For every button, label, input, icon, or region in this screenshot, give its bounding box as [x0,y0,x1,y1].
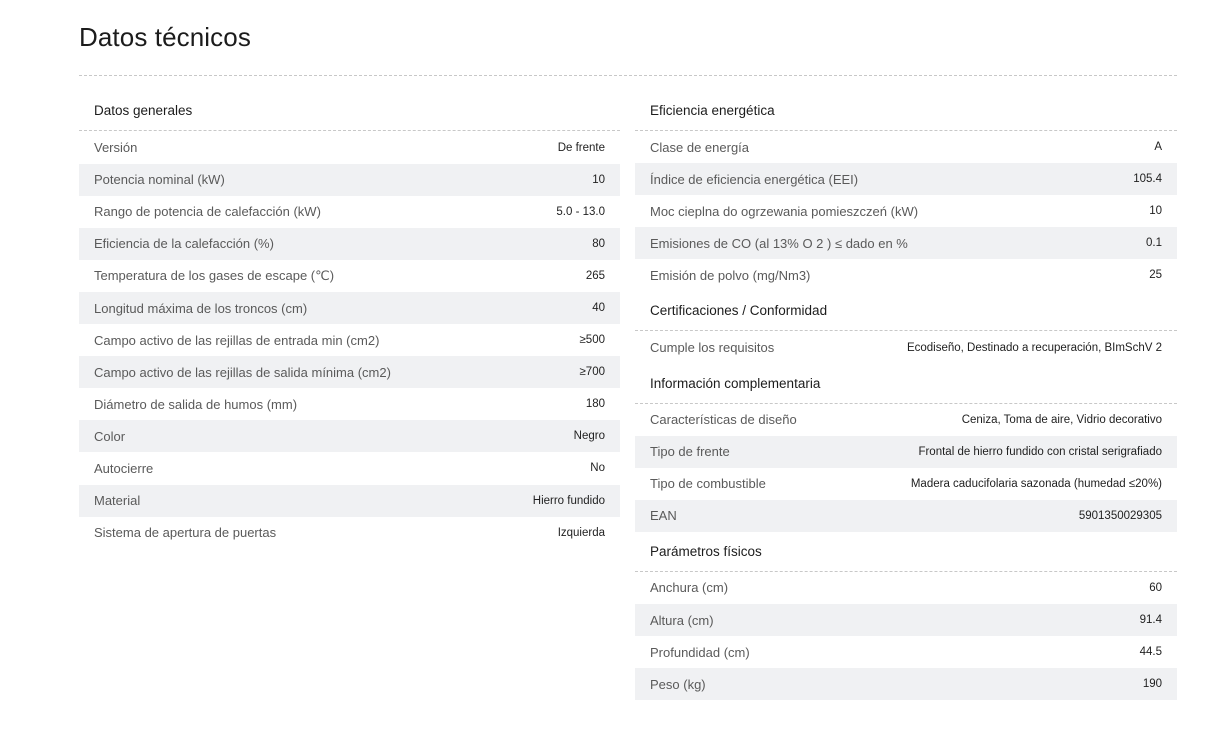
spec-value: 80 [592,237,605,250]
spec-value: Negro [573,430,605,443]
spec-value: 60 [1149,581,1162,594]
spec-label: Eficiencia de la calefacción (%) [94,236,274,252]
spec-value: 190 [1142,678,1162,691]
spec-value: ≥700 [579,366,606,379]
spec-value: 25 [1149,269,1162,282]
spec-value: Ceniza, Toma de aire, Vidrio decorativo [961,413,1162,426]
spec-label: Clase de energía [650,139,750,155]
spec-label: Cumple los requisitos [650,340,775,356]
spec-label: EAN [650,508,677,524]
spec-row: Autocierre No [79,452,620,484]
spec-row: Material Hierro fundido [79,484,620,517]
spec-value: Hierro fundido [532,494,605,507]
left-column: Datos generales Versión De frente Potencia … [79,91,620,549]
spec-row: EAN 5901350029305 [635,499,1177,532]
spec-label: Emisiones de CO (al 13% O 2 ) ≤ dado en … [650,235,908,251]
spec-row: Peso (kg) 190 [635,668,1177,701]
spec-label: Color [94,428,126,444]
section-heading: Información complementaria [635,364,1177,404]
spec-row: Longitud máxima de los troncos (cm) 40 [79,291,620,325]
spec-row: Tipo de combustible Madera caducifolaria … [635,468,1177,500]
spec-label: Material [94,493,141,509]
spec-value: 265 [585,269,605,282]
spec-row: Emisión de polvo (mg/Nm3) 25 [635,259,1177,291]
spec-value: A [1154,141,1162,154]
page-title: Datos técnicos [79,22,251,52]
spec-row: Potencia nominal (kW) 10 [79,163,620,196]
spec-value: Ecodiseño, Destinado a recuperación, BIm… [906,341,1162,354]
spec-row: Color Negro [79,420,620,453]
spec-label: Moc cieplna do ogrzewania pomieszczeń (k… [650,203,919,219]
spec-label: Anchura (cm) [650,580,729,596]
spec-row: Campo activo de las rejillas de entrada … [79,324,620,356]
spec-row: Características de diseño Ceniza, Toma de… [635,404,1177,436]
spec-row: Cumple los requisitos Ecodiseño, Destinad… [635,331,1177,363]
spec-row: Sistema de apertura de puertas Izquierda [79,517,620,549]
spec-value: 0.1 [1146,237,1162,250]
title-divider [79,75,1177,76]
spec-label: Emisión de polvo (mg/Nm3) [650,267,811,283]
spec-label: Profundidad (cm) [650,644,750,660]
spec-row: Anchura (cm) 60 [635,572,1177,604]
spec-value: 44.5 [1139,646,1162,659]
spec-label: Temperatura de los gases de escape (℃) [94,267,335,283]
spec-value: 180 [585,398,605,411]
spec-value: 5.0 - 13.0 [556,205,605,218]
spec-value: ≥500 [579,334,606,347]
spec-value: 105.4 [1133,173,1162,186]
spec-value: 10 [1149,205,1162,218]
spec-row: Campo activo de las rejillas de salida m… [79,356,620,389]
spec-label: Potencia nominal (kW) [94,172,225,188]
spec-row: Eficiencia de la calefacción (%) 80 [79,227,620,260]
spec-row: Diámetro de salida de humos (mm) 180 [79,388,620,420]
spec-section-certificaciones-conformidad: Certificaciones / Conformidad Cumple los … [635,291,1177,363]
spec-label: Sistema de apertura de puertas [94,525,277,541]
section-heading: Eficiencia energética [635,91,1177,131]
spec-label: Características de diseño [650,412,797,428]
spec-row: Índice de eficiencia energética (EEI) 105… [635,163,1177,196]
spec-label: Longitud máxima de los troncos (cm) [94,300,308,316]
spec-row: Tipo de frente Frontal de hierro fundido … [635,435,1177,468]
spec-value: No [590,462,605,475]
spec-section-informacion-complementaria: Información complementaria Característica… [635,364,1177,532]
spec-label: Tipo de combustible [650,476,766,492]
right-column: Eficiencia energética Clase de energía A Ín… [635,91,1177,701]
spec-label: Campo activo de las rejillas de entrada … [94,332,380,348]
spec-row: Moc cieplna do ogrzewania pomieszczeń (k… [635,195,1177,227]
spec-label: Autocierre [94,460,154,476]
section-heading: Datos generales [79,91,620,131]
spec-row: Clase de energía A [635,131,1177,163]
spec-section-parametros-fisicos: Parámetros físicos Anchura (cm) 60 Altura (… [635,532,1177,701]
spec-row: Temperatura de los gases de escape (℃) 26… [79,260,620,292]
spec-value: Frontal de hierro fundido con cristal se… [918,445,1162,458]
spec-label: Versión [94,140,138,156]
section-heading: Certificaciones / Conformidad [635,291,1177,332]
spec-row: Versión De frente [79,132,620,164]
spec-row: Emisiones de CO (al 13% O 2 ) ≤ dado en … [635,227,1177,260]
spec-value: 40 [592,302,605,315]
spec-label: Campo activo de las rejillas de salida m… [94,364,391,380]
spec-label: Rango de potencia de calefacción (kW) [94,204,321,220]
spec-label: Altura (cm) [650,612,714,628]
section-heading: Parámetros físicos [635,532,1177,572]
spec-label: Diámetro de salida de humos (mm) [94,396,298,412]
spec-value: Izquierda [557,526,605,539]
spec-value: De frente [557,141,605,154]
spec-value: Madera caducifolaria sazonada (humedad ≤… [910,477,1162,490]
spec-label: Tipo de frente [650,444,730,460]
spec-value: 10 [592,173,605,186]
spec-section-datos-generales: Datos generales Versión De frente Potencia … [79,91,620,549]
spec-label: Peso (kg) [650,676,706,692]
spec-value: 5901350029305 [1078,509,1162,522]
spec-row: Altura (cm) 91.4 [635,604,1177,637]
spec-section-eficiencia-energetica: Eficiencia energética Clase de energía A Ín… [635,91,1177,291]
spec-row: Rango de potencia de calefacción (kW) 5.0… [79,196,620,228]
spec-label: Índice de eficiencia energética (EEI) [650,171,859,187]
spec-value: 91.4 [1139,614,1162,627]
spec-row: Profundidad (cm) 44.5 [635,636,1177,668]
